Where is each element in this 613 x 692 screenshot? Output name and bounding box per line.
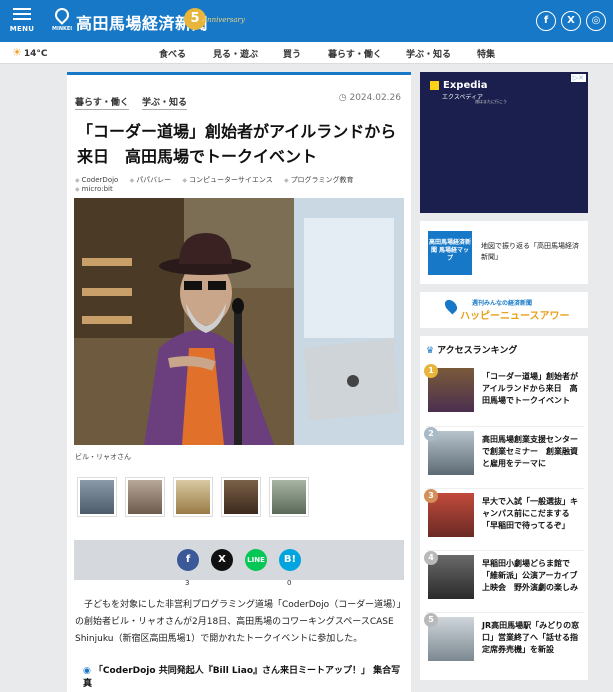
ranking-text: 高田馬場創業支援センターで創業セミナー 創業融資と雇用をテーマに: [482, 435, 578, 468]
main-photo[interactable]: [74, 198, 404, 445]
happy-news-line2: ハッピーニュースアワー: [460, 311, 570, 322]
thumbnail[interactable]: [77, 477, 117, 517]
x-share-button[interactable]: X: [211, 549, 233, 571]
expedia-logo-icon: [430, 81, 439, 90]
ranking-item[interactable]: 5 JR高田馬場駅「みどりの窓口」営業終了へ「話せる指定席券売機」を新設: [424, 612, 584, 668]
article-card: 暮らす・働く 学ぶ・知る ◷ 2024.02.26 「コーダー道場」創始者がアイ…: [67, 72, 411, 692]
thumbnail-image: [224, 480, 258, 514]
tag-link[interactable]: コンピューターサイエンス: [182, 176, 272, 184]
pin-logo-icon: [442, 297, 460, 315]
happy-news-banner[interactable]: 週刊みんなの経済新聞 ハッピーニュースアワー: [420, 292, 588, 328]
facebook-icon[interactable]: f: [536, 11, 556, 31]
happy-news-line1: 週刊みんなの経済新聞: [472, 300, 533, 307]
rank-number: 3: [424, 489, 438, 503]
minkei-logo[interactable]: MINKEI: [52, 5, 73, 36]
category-nav: ☀ 14°C 食べる 見る・遊ぶ 買う 暮らす・働く 学ぶ・知る 特集: [0, 42, 613, 64]
nav-item-eat[interactable]: 食べる: [159, 47, 186, 60]
menu-label: MENU: [9, 25, 35, 33]
tag-link[interactable]: CoderDojo: [75, 176, 118, 184]
article-categories: 暮らす・働く 学ぶ・知る: [75, 95, 197, 110]
subheading-text: 「CoderDojo 共同発起人『Bill Liao』さん来日ミートアップ！」 …: [83, 666, 401, 689]
photo-subheading[interactable]: ◉ 「CoderDojo 共同発起人『Bill Liao』さん来日ミートアップ！」…: [83, 663, 403, 689]
tag-link[interactable]: パパバレー: [130, 176, 172, 184]
map-card-image: 高田馬場経済新聞 馬場経マップ: [428, 231, 472, 275]
temperature: 14°C: [23, 49, 48, 59]
ranking-text: 早稲田小劇場どらま館で「維新派」公演アーカイブ上映会 野外演劇の楽しみ: [482, 559, 578, 592]
article-tags: CoderDojo パパバレー コンピューターサイエンス プログラミング教育 m…: [75, 175, 405, 193]
rank-number: 5: [424, 613, 438, 627]
thumbnail-image: [176, 480, 210, 514]
thumbnail[interactable]: [173, 477, 213, 517]
thumbnail-image: [272, 480, 306, 514]
tag-link[interactable]: プログラミング教育: [284, 176, 354, 184]
ad-brand: Expedia: [443, 80, 488, 91]
weather: ☀ 14°C: [12, 46, 48, 59]
expedia-ad[interactable]: Expedia エクスペディア 旅はまたに行こう ▷✕: [420, 72, 588, 213]
thumbnail[interactable]: [221, 477, 261, 517]
facebook-share-count: 3: [185, 579, 190, 587]
photo-thumbnails: [77, 477, 317, 519]
map-card[interactable]: 高田馬場経済新聞 馬場経マップ 地図で振り返る「高田馬場経済新聞」: [420, 221, 588, 284]
facebook-share-button[interactable]: f: [177, 549, 199, 571]
speaker-photo-illustration: [74, 198, 404, 445]
nav-item-feature[interactable]: 特集: [477, 47, 495, 60]
x-icon[interactable]: X: [561, 11, 581, 31]
instagram-icon[interactable]: ◎: [586, 11, 606, 31]
site-header: MENU MINKEI 高田馬場経済新聞 5 Anniversary f X ◎: [0, 0, 613, 42]
sun-icon: ☀: [12, 46, 22, 59]
article-body: 子どもを対象にした非営利プログラミング道場「CoderDojo（コーダー道場）」…: [75, 600, 402, 644]
logo-text: MINKEI: [52, 26, 73, 32]
hamburger-icon: [13, 8, 31, 20]
ranking-title-text: アクセスランキング: [437, 346, 518, 356]
rank-number: 4: [424, 551, 438, 565]
ranking-text: 早大で入試「一般選抜」キャンパス前にこだまする「早稲田で待ってるぞ」: [482, 497, 578, 530]
crown-icon: ♛: [426, 346, 435, 356]
line-share-button[interactable]: LINE: [245, 549, 267, 571]
article-title: 「コーダー道場」創始者がアイルランドから来日 高田馬場でトークイベント: [77, 122, 397, 166]
pin-logo-icon: [52, 5, 72, 25]
rank-number: 1: [424, 364, 438, 378]
thumbnail[interactable]: [269, 477, 309, 517]
photo-caption: ビル・リャオさん: [75, 453, 131, 461]
tag-link[interactable]: micro:bit: [75, 185, 113, 193]
category-link[interactable]: 学ぶ・知る: [141, 95, 187, 110]
clock-icon: ◷: [338, 93, 350, 103]
ranking-item[interactable]: 4 早稲田小劇場どらま館で「維新派」公演アーカイブ上映会 野外演劇の楽しみ: [424, 550, 584, 606]
rank-number: 2: [424, 427, 438, 441]
thumbnail[interactable]: [125, 477, 165, 517]
ad-close-icon[interactable]: ▷✕: [570, 74, 586, 82]
share-bar: f X LINE B!: [74, 540, 404, 580]
anniversary-badge: 5 Anniversary: [184, 8, 245, 32]
nav-item-live-work[interactable]: 暮らす・働く: [328, 47, 382, 60]
hatena-share-button[interactable]: B!: [279, 549, 301, 571]
ranking-item[interactable]: 3 早大で入試「一般選抜」キャンパス前にこだまする「早稲田で待ってるぞ」: [424, 488, 584, 544]
nav-item-learn[interactable]: 学ぶ・知る: [406, 47, 451, 60]
anniversary-word: Anniversary: [202, 16, 245, 24]
category-link[interactable]: 暮らす・働く: [75, 95, 129, 110]
article-date: ◷ 2024.02.26: [339, 93, 401, 103]
hatena-share-count: 0: [287, 579, 292, 587]
map-card-text: 地図で振り返る「高田馬場経済新聞」: [481, 242, 579, 261]
nav-item-buy[interactable]: 買う: [283, 47, 301, 60]
access-ranking: ♛ アクセスランキング 1 「コーダー道場」創始者がアイルランドから来日 高田馬場…: [420, 336, 588, 680]
ranking-text: JR高田馬場駅「みどりの窓口」営業終了へ「話せる指定席券売機」を新設: [482, 621, 580, 654]
nav-item-see-play[interactable]: 見る・遊ぶ: [213, 47, 258, 60]
ranking-item[interactable]: 1 「コーダー道場」創始者がアイルランドから来日 高田馬場でトークイベント: [424, 364, 584, 420]
ad-tagline: 旅はまたに行こう: [475, 99, 507, 104]
camera-icon: ◉: [83, 666, 91, 676]
date-text: 2024.02.26: [349, 93, 401, 103]
menu-button[interactable]: MENU: [6, 8, 38, 33]
thumbnail-image: [80, 480, 114, 514]
thumbnail-image: [128, 480, 162, 514]
ranking-text: 「コーダー道場」創始者がアイルランドから来日 高田馬場でトークイベント: [482, 372, 578, 405]
ranking-item[interactable]: 2 高田馬場創業支援センターで創業セミナー 創業融資と雇用をテーマに: [424, 426, 584, 482]
ranking-title: ♛ アクセスランキング: [426, 343, 517, 356]
